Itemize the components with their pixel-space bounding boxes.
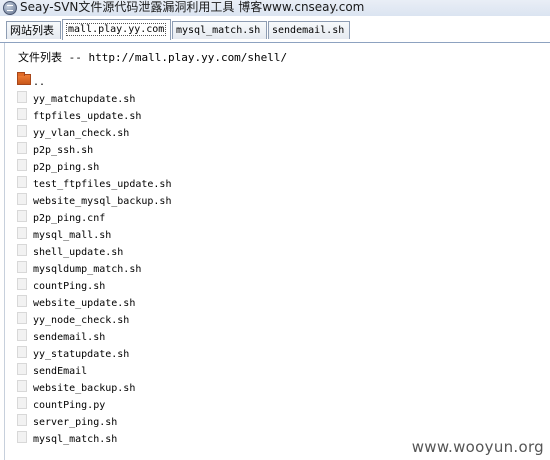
file-name[interactable]: .. — [33, 77, 45, 88]
list-item[interactable]: p2p_ping.sh — [17, 156, 171, 173]
file-name[interactable]: yy_vlan_check.sh — [33, 128, 129, 139]
file-list: .. yy_matchupdate.sh ftpfiles_update.sh … — [17, 71, 171, 445]
list-item[interactable]: server_ping.sh — [17, 411, 171, 428]
list-item[interactable]: p2p_ssh.sh — [17, 139, 171, 156]
window-title: Seay-SVN文件源代码泄露漏洞利用工具 博客www.cnseay.com — [20, 0, 365, 14]
file-name[interactable]: website_backup.sh — [33, 383, 135, 394]
file-name[interactable]: p2p_ssh.sh — [33, 145, 93, 156]
list-item[interactable]: p2p_ping.cnf — [17, 207, 171, 224]
file-name[interactable]: sendEmail — [33, 366, 87, 377]
list-item[interactable]: mysqldump_match.sh — [17, 258, 171, 275]
file-icon — [17, 175, 27, 188]
file-icon — [17, 277, 27, 290]
file-icon — [17, 260, 27, 273]
file-name[interactable]: countPing.py — [33, 400, 105, 411]
list-item[interactable]: yy_node_check.sh — [17, 309, 171, 326]
file-icon — [17, 413, 27, 426]
file-icon — [17, 107, 27, 120]
file-icon — [17, 328, 27, 341]
file-name[interactable]: mysql_match.sh — [33, 434, 117, 445]
file-name[interactable]: mysql_mall.sh — [33, 230, 111, 241]
file-icon — [17, 311, 27, 324]
file-icon — [17, 141, 27, 154]
tab-label: 网站列表 — [10, 24, 54, 37]
file-name[interactable]: yy_node_check.sh — [33, 315, 129, 326]
file-icon — [17, 243, 27, 256]
list-item[interactable]: sendEmail — [17, 360, 171, 377]
file-icon — [17, 345, 27, 358]
tab-mall-play-yy-com[interactable]: mall.play.yy.com — [62, 19, 171, 40]
list-item[interactable]: website_backup.sh — [17, 377, 171, 394]
file-name[interactable]: server_ping.sh — [33, 417, 117, 428]
file-list-panel: 文件列表 -- http://mall.play.yy.com/shell/ .… — [4, 43, 550, 460]
file-icon — [17, 226, 27, 239]
tab-site-list[interactable]: 网站列表 — [6, 21, 61, 39]
list-item[interactable]: mysql_match.sh — [17, 428, 171, 445]
list-item[interactable]: countPing.py — [17, 394, 171, 411]
file-name[interactable]: test_ftpfiles_update.sh — [33, 179, 171, 190]
tab-label: sendemail.sh — [272, 25, 345, 36]
list-item[interactable]: yy_matchupdate.sh — [17, 88, 171, 105]
file-icon — [17, 209, 27, 222]
file-name[interactable]: yy_matchupdate.sh — [33, 94, 135, 105]
list-item[interactable]: website_update.sh — [17, 292, 171, 309]
list-item[interactable]: sendemail.sh — [17, 326, 171, 343]
file-icon — [17, 362, 27, 375]
file-icon — [17, 430, 27, 443]
list-item[interactable]: yy_statupdate.sh — [17, 343, 171, 360]
file-name[interactable]: ftpfiles_update.sh — [33, 111, 141, 122]
list-item[interactable]: ftpfiles_update.sh — [17, 105, 171, 122]
file-icon — [17, 158, 27, 171]
list-item[interactable]: mysql_mall.sh — [17, 224, 171, 241]
tab-label: mysql_match.sh — [176, 25, 261, 36]
file-icon — [17, 124, 27, 137]
app-icon[interactable] — [3, 1, 17, 15]
list-item[interactable]: yy_vlan_check.sh — [17, 122, 171, 139]
file-name[interactable]: shell_update.sh — [33, 247, 123, 258]
file-name[interactable]: website_mysql_backup.sh — [33, 196, 171, 207]
tab-mysql-match-sh[interactable]: mysql_match.sh — [172, 21, 267, 39]
file-name[interactable]: countPing.sh — [33, 281, 105, 292]
list-item[interactable]: test_ftpfiles_update.sh — [17, 173, 171, 190]
watermark: www.wooyun.org — [411, 438, 544, 456]
file-icon — [17, 396, 27, 409]
tab-bar: 网站列表 mall.play.yy.com mysql_match.sh sen… — [0, 18, 550, 43]
list-item[interactable]: countPing.sh — [17, 275, 171, 292]
file-icon — [17, 294, 27, 307]
file-name[interactable]: mysqldump_match.sh — [33, 264, 141, 275]
file-name[interactable]: sendemail.sh — [33, 332, 105, 343]
file-icon — [17, 379, 27, 392]
app-window: Seay-SVN文件源代码泄露漏洞利用工具 博客www.cnseay.com 网… — [0, 0, 550, 460]
tab-label: mall.play.yy.com — [66, 23, 167, 36]
list-item[interactable]: website_mysql_backup.sh — [17, 190, 171, 207]
title-bar[interactable]: Seay-SVN文件源代码泄露漏洞利用工具 博客www.cnseay.com — [0, 0, 550, 16]
file-name[interactable]: p2p_ping.sh — [33, 162, 99, 173]
file-name[interactable]: website_update.sh — [33, 298, 135, 309]
tab-sendemail-sh[interactable]: sendemail.sh — [268, 21, 350, 39]
list-item-parent-dir[interactable]: .. — [17, 71, 171, 88]
file-name[interactable]: p2p_ping.cnf — [33, 213, 105, 224]
folder-up-icon — [17, 72, 31, 85]
file-icon — [17, 192, 27, 205]
path-label: 文件列表 -- http://mall.play.yy.com/shell/ — [18, 51, 288, 64]
list-item[interactable]: shell_update.sh — [17, 241, 171, 258]
file-icon — [17, 90, 27, 103]
file-name[interactable]: yy_statupdate.sh — [33, 349, 129, 360]
